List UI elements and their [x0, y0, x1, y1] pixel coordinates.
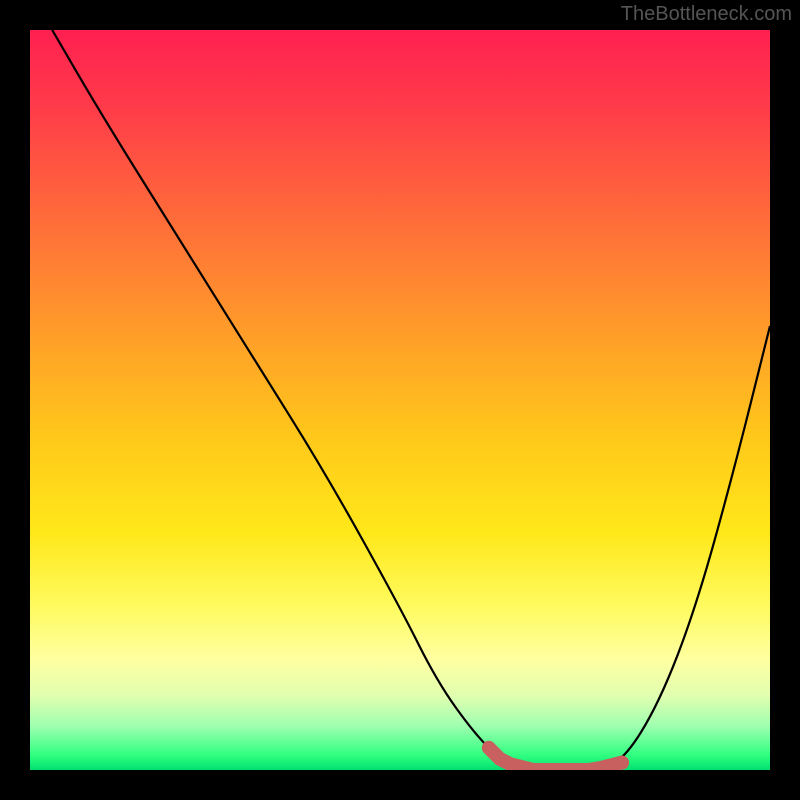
watermark-text: TheBottleneck.com — [621, 3, 792, 26]
highlight-endpoint — [615, 756, 629, 770]
plot-area — [30, 30, 770, 770]
bottleneck-curve — [52, 30, 770, 770]
highlight-band — [489, 748, 622, 770]
chart-svg — [30, 30, 770, 770]
